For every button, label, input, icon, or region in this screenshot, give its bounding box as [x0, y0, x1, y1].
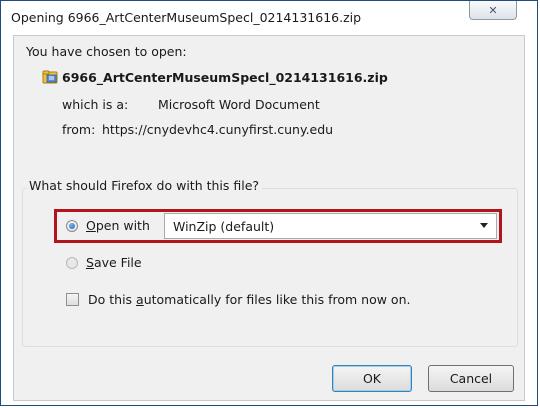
- file-type-label: which is a:: [62, 97, 129, 112]
- file-type-value: Microsoft Word Document: [158, 97, 320, 112]
- open-with-app-value: WinZip (default): [173, 219, 275, 234]
- file-source-value: https://cnydevhc4.cunyfirst.cuny.edu: [102, 122, 334, 137]
- cancel-button[interactable]: Cancel: [428, 365, 514, 392]
- chosen-label: You have chosen to open:: [26, 44, 187, 59]
- save-file-label[interactable]: Save File: [86, 255, 142, 270]
- action-group-label: What should Firefox do with this file?: [26, 178, 263, 193]
- auto-action-label[interactable]: Do this automatically for files like thi…: [88, 292, 410, 307]
- close-button[interactable]: ✕: [469, 1, 517, 20]
- zip-archive-icon: [42, 70, 58, 84]
- ok-button[interactable]: OK: [332, 365, 412, 392]
- file-source-label: from:: [62, 122, 96, 137]
- close-icon: ✕: [488, 3, 498, 17]
- file-name: 6966_ArtCenterMuseumSpecl_0214131616.zip: [62, 70, 388, 85]
- chevron-down-icon: [480, 223, 488, 228]
- dialog-window: Opening 6966_ArtCenterMuseumSpecl_021413…: [0, 0, 538, 406]
- auto-action-checkbox[interactable]: [66, 293, 79, 306]
- open-with-app-select[interactable]: WinZip (default): [164, 213, 497, 239]
- title-bar: Opening 6966_ArtCenterMuseumSpecl_021413…: [1, 1, 537, 33]
- open-with-label[interactable]: Open with: [86, 218, 150, 233]
- dialog-content: You have chosen to open: 6966_ArtCenterM…: [13, 35, 525, 401]
- open-with-radio[interactable]: [66, 220, 78, 232]
- save-file-radio[interactable]: [66, 257, 78, 269]
- dialog-title: Opening 6966_ArtCenterMuseumSpecl_021413…: [11, 10, 362, 25]
